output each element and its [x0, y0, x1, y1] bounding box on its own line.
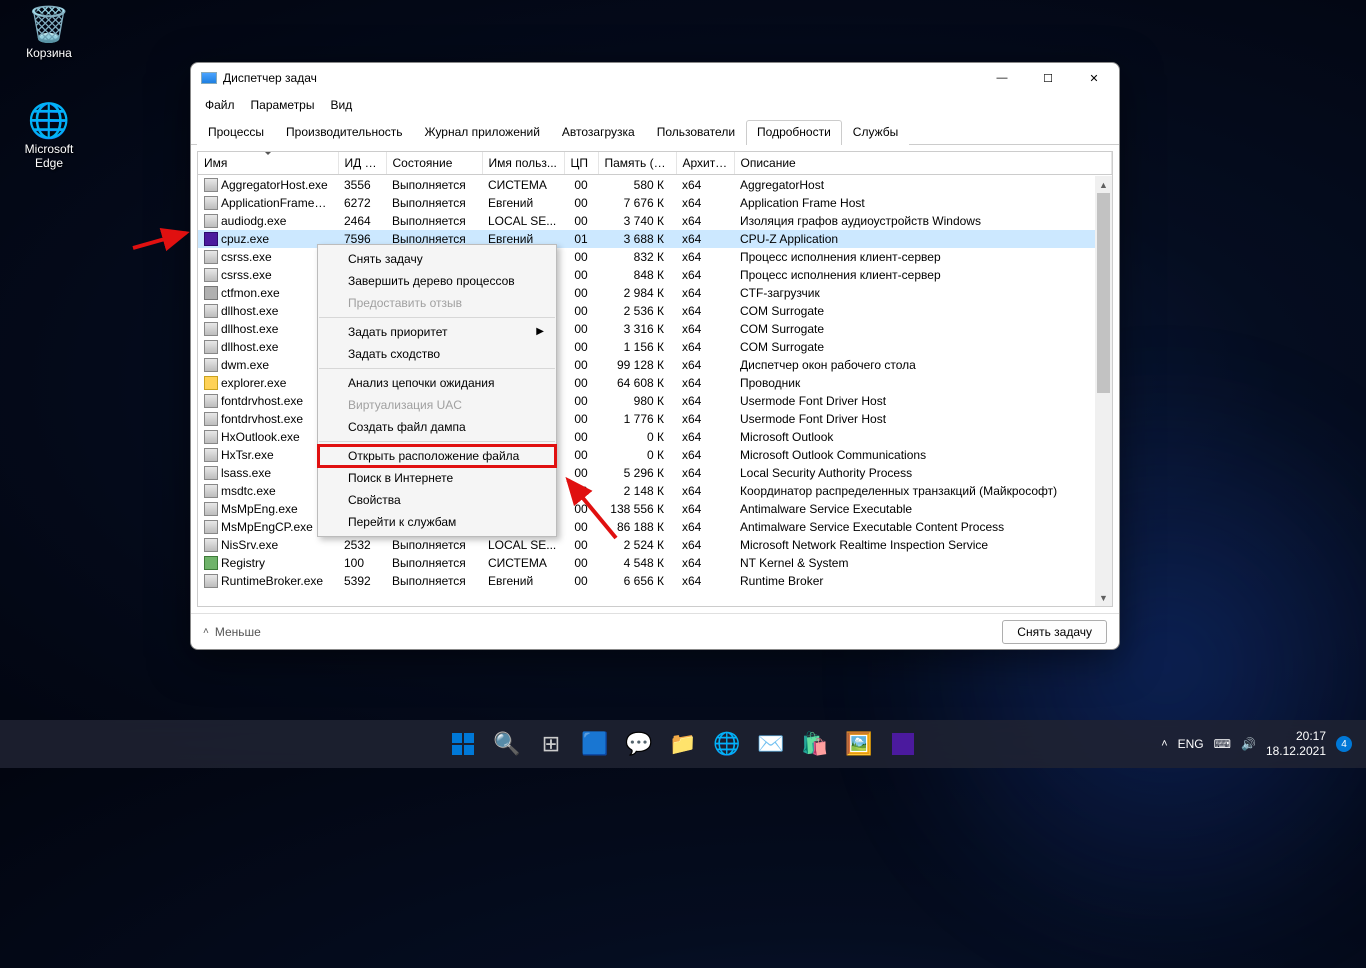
desktop-icon-label: Корзина: [12, 46, 86, 60]
chevron-up-icon: ˄: [203, 626, 209, 637]
desktop-icon-edge[interactable]: 🌐 Microsoft Edge: [12, 104, 86, 170]
context-menu-item: Предоставить отзыв: [318, 292, 556, 314]
task-view-button[interactable]: ⊞: [531, 724, 571, 764]
context-menu-item[interactable]: Свойства: [318, 489, 556, 511]
explorer-button[interactable]: 📁: [663, 724, 703, 764]
volume-icon[interactable]: 🔊: [1241, 737, 1256, 751]
window-footer: ˄ Меньше Снять задачу: [191, 613, 1119, 649]
taskbar: 🔍 ⊞ 🟦 💬 📁 🌐 ✉️ 🛍️ 🖼️ ˄ ENG ⌨ 🔊 20:17 18.…: [0, 720, 1366, 768]
vertical-scrollbar[interactable]: ▲ ▼: [1095, 176, 1112, 606]
context-menu-item[interactable]: Анализ цепочки ожидания: [318, 372, 556, 394]
col-header[interactable]: ИД п...: [338, 152, 386, 175]
keyboard-icon[interactable]: ⌨: [1214, 737, 1231, 751]
desktop-icon-label: Microsoft Edge: [12, 142, 86, 170]
context-menu-item[interactable]: Поиск в Интернете: [318, 467, 556, 489]
context-menu-item: Виртуализация UAC: [318, 394, 556, 416]
store-button[interactable]: 🛍️: [795, 724, 835, 764]
tab-4[interactable]: Пользователи: [646, 120, 746, 145]
context-menu-item[interactable]: Задать приоритет▶: [318, 321, 556, 343]
col-header[interactable]: Память (а...: [598, 152, 676, 175]
tray-chevron-icon[interactable]: ˄: [1161, 738, 1167, 750]
notification-badge[interactable]: 4: [1336, 736, 1352, 752]
menubar: Файл Параметры Вид: [191, 93, 1119, 117]
tab-5[interactable]: Подробности: [746, 120, 842, 145]
col-header[interactable]: Описание: [734, 152, 1112, 175]
search-button[interactable]: 🔍: [487, 724, 527, 764]
system-tray: ˄ ENG ⌨ 🔊 20:17 18.12.2021 4: [1161, 729, 1366, 759]
menu-view[interactable]: Вид: [324, 96, 358, 114]
titlebar[interactable]: Диспетчер задач — ☐ ✕: [191, 63, 1119, 93]
context-menu-item[interactable]: Открыть расположение файла: [318, 445, 556, 467]
tab-3[interactable]: Автозагрузка: [551, 120, 646, 145]
col-header[interactable]: Имя: [198, 152, 338, 175]
table-row[interactable]: ApplicationFrameHo...6272ВыполняетсяЕвге…: [198, 194, 1112, 212]
fewer-details-toggle[interactable]: ˄ Меньше: [203, 625, 261, 639]
widgets-button[interactable]: 🟦: [575, 724, 615, 764]
app-icon: [201, 72, 217, 84]
table-row[interactable]: AggregatorHost.exe3556ВыполняетсяСИСТЕМА…: [198, 176, 1112, 194]
tab-1[interactable]: Производительность: [275, 120, 413, 145]
cpuz-button[interactable]: [883, 724, 923, 764]
col-header[interactable]: Архите...: [676, 152, 734, 175]
table-row[interactable]: RuntimeBroker.exe5392ВыполняетсяЕвгений0…: [198, 572, 1112, 590]
scroll-down-icon[interactable]: ▼: [1095, 589, 1112, 606]
end-task-button[interactable]: Снять задачу: [1002, 620, 1107, 644]
language-indicator[interactable]: ENG: [1178, 737, 1204, 751]
edge-icon: 🌐: [12, 104, 86, 138]
close-button[interactable]: ✕: [1071, 63, 1117, 93]
tabbar: ПроцессыПроизводительностьЖурнал приложе…: [191, 119, 1119, 145]
context-menu-item[interactable]: Создать файл дампа: [318, 416, 556, 438]
col-header[interactable]: Состояние: [386, 152, 482, 175]
clock[interactable]: 20:17 18.12.2021: [1266, 729, 1326, 759]
table-row[interactable]: Registry100ВыполняетсяСИСТЕМА004 548 Кx6…: [198, 554, 1112, 572]
scrollbar-thumb[interactable]: [1097, 193, 1110, 393]
context-menu-item[interactable]: Перейти к службам: [318, 511, 556, 533]
table-row[interactable]: audiodg.exe2464ВыполняетсяLOCAL SE...003…: [198, 212, 1112, 230]
col-header[interactable]: ЦП: [564, 152, 598, 175]
col-header[interactable]: Имя польз...: [482, 152, 564, 175]
menu-params[interactable]: Параметры: [245, 96, 321, 114]
minimize-button[interactable]: —: [979, 63, 1025, 93]
scroll-up-icon[interactable]: ▲: [1095, 176, 1112, 193]
menu-file[interactable]: Файл: [199, 96, 241, 114]
context-menu-item[interactable]: Завершить дерево процессов: [318, 270, 556, 292]
context-menu: Снять задачуЗавершить дерево процессовПр…: [317, 244, 557, 537]
window-title: Диспетчер задач: [223, 71, 317, 85]
edge-button[interactable]: 🌐: [707, 724, 747, 764]
desktop-icon-recycle-bin[interactable]: 🗑️ Корзина: [12, 8, 86, 60]
table-row[interactable]: NisSrv.exe2532ВыполняетсяLOCAL SE...002 …: [198, 536, 1112, 554]
maximize-button[interactable]: ☐: [1025, 63, 1071, 93]
photos-button[interactable]: 🖼️: [839, 724, 879, 764]
chat-button[interactable]: 💬: [619, 724, 659, 764]
annotation-arrow: [128, 218, 198, 258]
context-menu-item[interactable]: Задать сходство: [318, 343, 556, 365]
tab-6[interactable]: Службы: [842, 120, 909, 145]
recycle-bin-icon: 🗑️: [12, 8, 86, 42]
tab-2[interactable]: Журнал приложений: [414, 120, 551, 145]
tab-0[interactable]: Процессы: [197, 120, 275, 145]
start-button[interactable]: [443, 724, 483, 764]
context-menu-item[interactable]: Снять задачу: [318, 248, 556, 270]
mail-button[interactable]: ✉️: [751, 724, 791, 764]
